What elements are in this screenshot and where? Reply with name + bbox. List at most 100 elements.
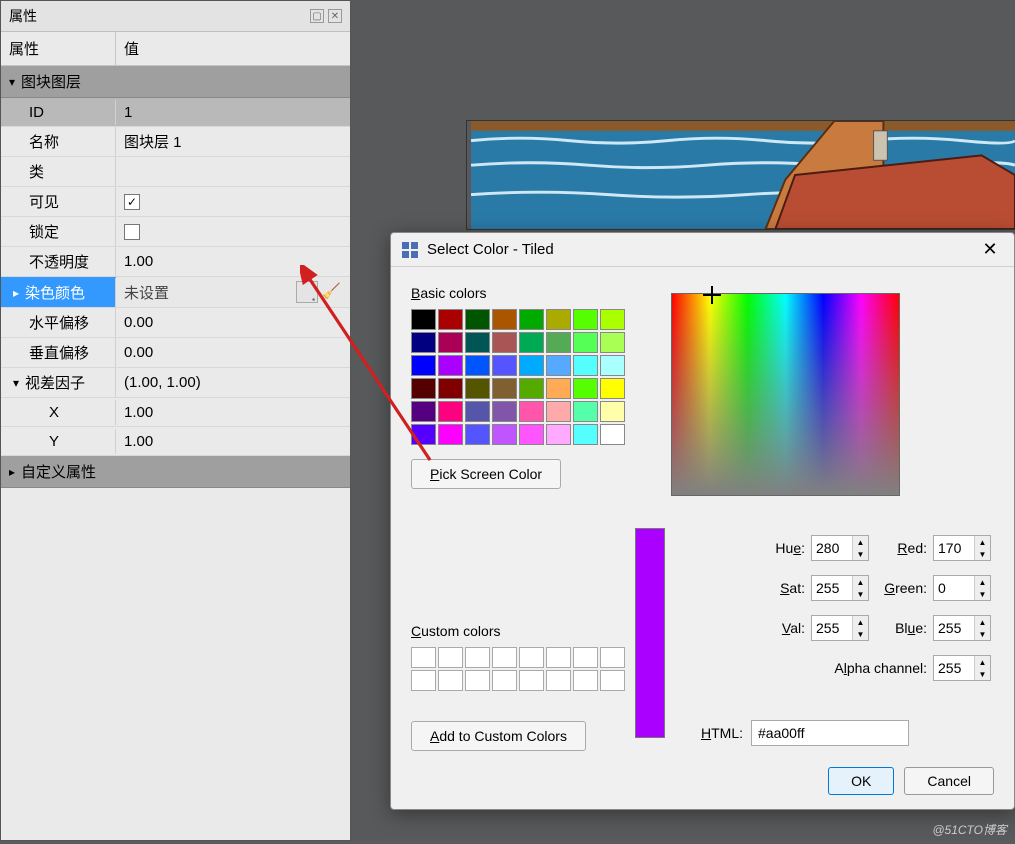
basic-color-swatch[interactable] <box>438 424 463 445</box>
spin-up-icon[interactable]: ▲ <box>975 536 990 548</box>
val-input[interactable]: ▲▼ <box>811 615 869 641</box>
hue-input[interactable]: ▲▼ <box>811 535 869 561</box>
basic-color-swatch[interactable] <box>411 401 436 422</box>
custom-swatch[interactable] <box>600 647 625 668</box>
custom-swatch[interactable] <box>573 670 598 691</box>
gradient-cursor[interactable] <box>707 290 717 300</box>
basic-color-swatch[interactable] <box>411 332 436 353</box>
basic-color-swatch[interactable] <box>573 424 598 445</box>
custom-swatch[interactable] <box>438 647 463 668</box>
basic-color-swatch[interactable] <box>600 378 625 399</box>
row-name[interactable]: 名称 图块层 1 <box>1 127 350 157</box>
color-picker-button[interactable] <box>296 281 318 303</box>
value-py[interactable]: 1.00 <box>116 429 350 454</box>
basic-color-swatch[interactable] <box>438 355 463 376</box>
custom-swatch[interactable] <box>573 647 598 668</box>
custom-swatch[interactable] <box>465 647 490 668</box>
basic-color-swatch[interactable] <box>465 332 490 353</box>
section-custom-props[interactable]: 自定义属性 <box>1 456 350 488</box>
expand-icon[interactable] <box>13 374 19 391</box>
color-gradient[interactable] <box>671 293 900 496</box>
row-parallax-y[interactable]: Y 1.00 <box>1 427 350 456</box>
custom-swatch[interactable] <box>492 647 517 668</box>
basic-color-swatch[interactable] <box>411 424 436 445</box>
row-locked[interactable]: 锁定 <box>1 217 350 247</box>
close-icon[interactable]: ✕ <box>976 236 1004 264</box>
basic-color-swatch[interactable] <box>573 332 598 353</box>
minimize-icon[interactable]: ▢ <box>310 9 324 23</box>
spin-up-icon[interactable]: ▲ <box>975 576 990 588</box>
basic-color-swatch[interactable] <box>411 378 436 399</box>
spin-up-icon[interactable]: ▲ <box>853 576 868 588</box>
basic-color-swatch[interactable] <box>438 309 463 330</box>
basic-color-swatch[interactable] <box>573 355 598 376</box>
basic-color-swatch[interactable] <box>438 378 463 399</box>
custom-swatch[interactable] <box>519 670 544 691</box>
spin-up-icon[interactable]: ▲ <box>975 656 990 668</box>
row-parallax-x[interactable]: X 1.00 <box>1 398 350 427</box>
custom-swatch[interactable] <box>438 670 463 691</box>
spin-down-icon[interactable]: ▼ <box>975 668 990 680</box>
pick-screen-color-button[interactable]: Pick Screen Color <box>411 459 561 489</box>
close-panel-icon[interactable]: ✕ <box>328 9 342 23</box>
spin-down-icon[interactable]: ▼ <box>853 548 868 560</box>
custom-swatch[interactable] <box>465 670 490 691</box>
basic-color-swatch[interactable] <box>411 355 436 376</box>
basic-color-swatch[interactable] <box>546 424 571 445</box>
basic-color-swatch[interactable] <box>573 401 598 422</box>
custom-swatch[interactable] <box>546 670 571 691</box>
basic-color-swatch[interactable] <box>519 401 544 422</box>
basic-color-swatch[interactable] <box>465 355 490 376</box>
row-tint-color[interactable]: 染色颜色 未设置 🧹 <box>1 277 350 308</box>
basic-color-swatch[interactable] <box>519 424 544 445</box>
basic-color-swatch[interactable] <box>546 401 571 422</box>
sat-input[interactable]: ▲▼ <box>811 575 869 601</box>
custom-swatch[interactable] <box>546 647 571 668</box>
spin-up-icon[interactable]: ▲ <box>853 536 868 548</box>
basic-color-swatch[interactable] <box>546 309 571 330</box>
basic-color-swatch[interactable] <box>600 355 625 376</box>
section-tile-layer[interactable]: 图块图层 <box>1 66 350 98</box>
expand-icon[interactable] <box>13 284 19 301</box>
basic-color-swatch[interactable] <box>438 401 463 422</box>
value-hoffset[interactable]: 0.00 <box>116 310 350 335</box>
basic-color-swatch[interactable] <box>465 309 490 330</box>
basic-color-swatch[interactable] <box>438 332 463 353</box>
custom-swatch[interactable] <box>519 647 544 668</box>
spin-up-icon[interactable]: ▲ <box>853 616 868 628</box>
basic-color-swatch[interactable] <box>519 378 544 399</box>
value-voffset[interactable]: 0.00 <box>116 340 350 365</box>
custom-swatch[interactable] <box>411 670 436 691</box>
value-opacity[interactable]: 1.00 <box>116 249 350 274</box>
basic-color-swatch[interactable] <box>492 378 517 399</box>
basic-color-swatch[interactable] <box>600 332 625 353</box>
row-class[interactable]: 类 <box>1 157 350 187</box>
basic-color-swatch[interactable] <box>492 401 517 422</box>
basic-color-swatch[interactable] <box>492 424 517 445</box>
row-visible[interactable]: 可见 ✓ <box>1 187 350 217</box>
basic-color-swatch[interactable] <box>492 332 517 353</box>
row-v-offset[interactable]: 垂直偏移 0.00 <box>1 338 350 368</box>
brush-icon[interactable]: 🧹 <box>322 282 342 302</box>
add-custom-color-button[interactable]: Add to Custom Colors <box>411 721 586 751</box>
basic-color-swatch[interactable] <box>519 355 544 376</box>
basic-color-swatch[interactable] <box>546 332 571 353</box>
html-input[interactable] <box>751 720 909 746</box>
basic-color-swatch[interactable] <box>546 378 571 399</box>
spin-up-icon[interactable]: ▲ <box>975 616 990 628</box>
checkbox-locked[interactable] <box>124 224 140 240</box>
basic-color-swatch[interactable] <box>600 309 625 330</box>
red-input[interactable]: ▲▼ <box>933 535 991 561</box>
basic-color-swatch[interactable] <box>546 355 571 376</box>
spin-down-icon[interactable]: ▼ <box>975 628 990 640</box>
cancel-button[interactable]: Cancel <box>904 767 994 795</box>
basic-color-swatch[interactable] <box>519 309 544 330</box>
basic-color-swatch[interactable] <box>465 378 490 399</box>
value-class[interactable] <box>116 168 350 176</box>
alpha-input[interactable]: ▲▼ <box>933 655 991 681</box>
basic-color-swatch[interactable] <box>465 424 490 445</box>
basic-color-swatch[interactable] <box>573 378 598 399</box>
row-opacity[interactable]: 不透明度 1.00 <box>1 247 350 277</box>
basic-color-swatch[interactable] <box>492 355 517 376</box>
custom-swatch[interactable] <box>411 647 436 668</box>
